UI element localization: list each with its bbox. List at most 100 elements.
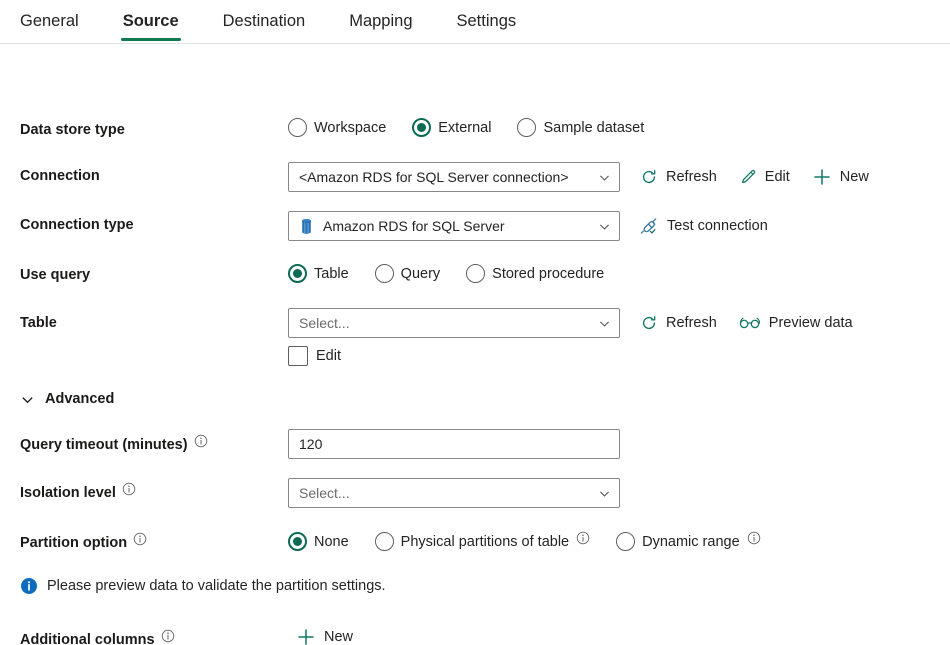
glasses-icon [739,315,761,331]
radio-mark-icon [374,532,394,551]
table-refresh-button[interactable]: Refresh [640,314,717,332]
connection-type-label: Connection type [20,217,134,233]
table-edit-checkbox-label: Edit [316,348,341,364]
plus-icon [812,167,832,187]
connection-type-value: Amazon RDS for SQL Server [323,218,505,234]
radio-mark-icon [517,118,537,137]
tab-general[interactable]: General [18,2,81,41]
radio-mark-icon [288,118,307,137]
advanced-section-label: Advanced [45,391,115,407]
data-store-type-label: Data store type [20,122,125,138]
isolation-level-value: Select... [299,485,350,501]
connection-refresh-button[interactable]: Refresh [640,168,717,186]
radio-external[interactable]: External [412,118,491,137]
info-icon[interactable] [576,531,590,545]
connection-new-button[interactable]: New [812,167,869,187]
query-timeout-row: 120 [288,429,620,459]
radio-mark-selected-icon [288,264,307,283]
chevron-down-icon [20,392,35,407]
additional-columns-label-text: Additional columns [20,632,155,645]
radio-partition-none[interactable]: None [288,532,349,551]
radio-partition-dynamic-range[interactable]: Dynamic range [616,531,761,551]
additional-columns-new-button[interactable]: New [296,627,353,645]
query-timeout-value: 120 [299,436,323,452]
additional-columns-commands: New [296,627,353,645]
query-timeout-label: Query timeout (minutes) [20,434,208,453]
table-row: Select... Refresh Preview data [288,308,853,338]
isolation-level-dropdown[interactable]: Select... [288,478,620,508]
info-icon[interactable] [194,434,208,448]
table-edit-checkbox-row: Edit [288,346,341,366]
table-value: Select... [299,315,350,331]
connection-edit-button[interactable]: Edit [739,168,790,186]
isolation-level-row: Select... [288,478,620,508]
connection-type-dropdown[interactable]: Amazon RDS for SQL Server [288,211,620,241]
additional-columns-label: Additional columns [20,629,175,645]
plug-check-icon [640,217,659,236]
connection-new-label: New [839,169,869,185]
radio-mark-icon [374,264,394,283]
table-commands: Refresh Preview data [640,314,853,332]
connection-value: <Amazon RDS for SQL Server connection> [299,169,569,185]
amazon-rds-icon [299,218,314,235]
additional-columns-row: New [296,627,353,645]
partition-option-label-text: Partition option [20,535,128,551]
info-icon[interactable] [161,629,175,643]
tab-destination[interactable]: Destination [221,2,308,41]
radio-stored-procedure[interactable]: Stored procedure [466,264,604,283]
radio-table[interactable]: Table [288,264,349,283]
info-icon[interactable] [122,482,136,496]
connection-label: Connection [20,168,100,184]
refresh-icon [640,168,658,186]
radio-sample-dataset[interactable]: Sample dataset [517,118,644,137]
info-icon[interactable] [133,532,147,546]
query-timeout-input[interactable]: 120 [288,429,620,459]
radio-mark-icon [466,264,486,283]
table-refresh-label: Refresh [666,315,717,331]
isolation-level-label-text: Isolation level [20,485,116,501]
isolation-level-label: Isolation level [20,482,136,501]
use-query-label: Use query [20,267,91,283]
tab-mapping[interactable]: Mapping [347,2,414,41]
tab-settings[interactable]: Settings [455,2,519,41]
test-connection-button[interactable]: Test connection [640,217,768,236]
table-dropdown[interactable]: Select... [288,308,620,338]
plus-icon [296,627,316,645]
chevron-down-icon [597,316,611,330]
connection-type-commands: Test connection [640,217,768,236]
partition-info-message: Please preview data to validate the part… [20,577,386,595]
tab-source[interactable]: Source [120,2,181,41]
chevron-down-icon [597,486,611,500]
info-icon[interactable] [747,531,761,545]
connection-type-row: Amazon RDS for SQL Server Test connectio… [288,211,768,241]
radio-mark-selected-icon [288,532,307,551]
use-query-radio-group: Table Query Stored procedure [288,264,604,283]
connection-commands: Refresh Edit New [640,167,869,187]
radio-partition-physical[interactable]: Physical partitions of table [374,531,590,551]
connection-edit-label: Edit [764,169,790,185]
tab-bar: General Source Destination Mapping Setti… [0,0,950,44]
chevron-down-icon [597,219,611,233]
radio-workspace[interactable]: Workspace [288,118,386,137]
checkbox-unchecked-icon [288,346,308,366]
test-connection-label: Test connection [667,218,768,234]
advanced-section-toggle[interactable]: Advanced [20,391,114,407]
chevron-down-icon [597,170,611,184]
refresh-icon [640,314,658,332]
radio-mark-icon [616,532,636,551]
query-timeout-label-text: Query timeout (minutes) [20,437,188,453]
radio-mark-selected-icon [412,118,432,137]
table-edit-checkbox[interactable]: Edit [288,346,341,366]
connection-dropdown[interactable]: <Amazon RDS for SQL Server connection> [288,162,620,192]
connection-refresh-label: Refresh [666,169,717,185]
partition-option-label: Partition option [20,532,147,551]
radio-query[interactable]: Query [374,264,440,283]
additional-columns-new-label: New [324,629,354,645]
preview-data-label: Preview data [768,315,853,331]
preview-data-button[interactable]: Preview data [739,315,853,331]
pencil-icon [739,168,757,186]
connection-row: <Amazon RDS for SQL Server connection> R… [288,162,869,192]
data-store-type-radio-group: Workspace External Sample dataset [288,118,644,137]
table-label: Table [20,315,57,331]
partition-option-radio-group: None Physical partitions of table Dynami… [288,531,761,551]
